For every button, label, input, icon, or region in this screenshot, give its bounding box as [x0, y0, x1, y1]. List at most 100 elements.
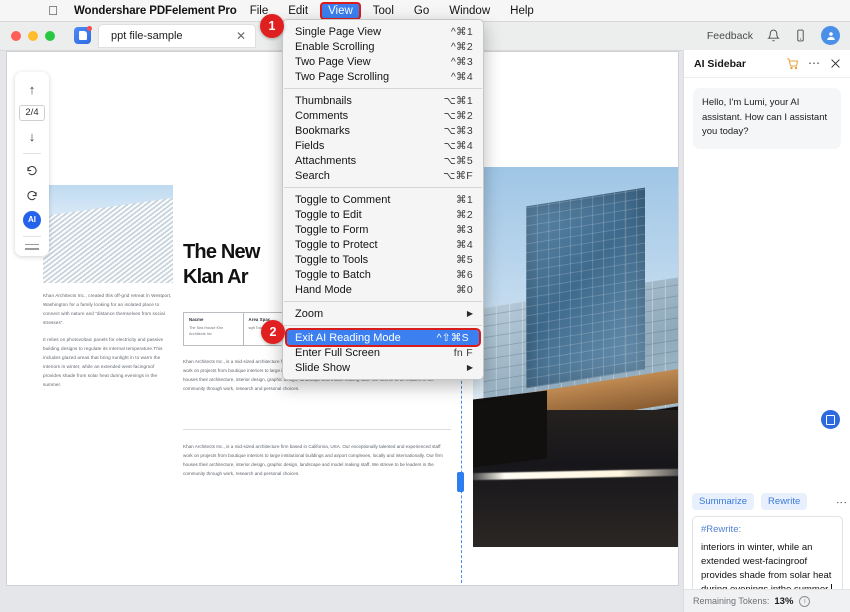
- toolbar-divider: [23, 152, 41, 154]
- view-dropdown-menu: Single Page View ^⌘1 Enable Scrolling ^⌘…: [282, 19, 484, 380]
- toolbar-divider-2: [23, 235, 41, 237]
- undo-icon[interactable]: [21, 161, 43, 179]
- vertical-dots-icon[interactable]: ⋮: [835, 497, 847, 507]
- titlebar-actions: Feedback: [707, 21, 840, 50]
- menu-label: Toggle to Edit: [295, 208, 362, 221]
- menu-shortcut: fn F: [453, 346, 473, 359]
- menu-item-toggle-to-edit[interactable]: Toggle to Edit ⌘2: [283, 207, 483, 222]
- menu-window[interactable]: Window: [442, 3, 497, 19]
- close-icon[interactable]: [830, 58, 841, 69]
- menu-item-single-page-view[interactable]: Single Page View ^⌘1: [283, 24, 483, 39]
- menu-item-two-page-scrolling[interactable]: Two Page Scrolling ^⌘4: [283, 69, 483, 84]
- page-indicator[interactable]: 2/4: [19, 105, 45, 121]
- menu-shortcut: ⌘6: [456, 268, 473, 281]
- arrow-down-icon[interactable]: ↓: [21, 128, 43, 146]
- page-navigation-toolbar: ↑ 2/4 ↓ AI: [15, 72, 49, 256]
- cart-icon[interactable]: [787, 58, 799, 70]
- menu-item-thumbnails[interactable]: Thumbnails ⌥⌘1: [283, 93, 483, 108]
- menu-item-zoom[interactable]: Zoom ▶: [283, 306, 483, 321]
- menu-item-exit-ai-reading-mode[interactable]: Exit AI Reading Mode ^⇧⌘S: [285, 328, 481, 347]
- close-icon[interactable]: ✕: [236, 30, 246, 42]
- table-cell-name: Nacme The Sea House Khn Architects Inc: [184, 313, 244, 345]
- app-logo-icon: [74, 26, 92, 44]
- menu-item-search[interactable]: Search ⌥⌘F: [283, 168, 483, 183]
- selection-handle[interactable]: [457, 472, 464, 492]
- menu-label: Toggle to Tools: [295, 253, 369, 266]
- redo-icon[interactable]: [21, 186, 43, 204]
- right-paragraph-2: Khan Architects Inc., is a mid-sized arc…: [183, 444, 443, 477]
- menu-label: Toggle to Protect: [295, 238, 378, 251]
- maximize-window-button[interactable]: [45, 31, 55, 41]
- menu-shortcut: ⌥⌘F: [443, 169, 473, 182]
- menu-go[interactable]: Go: [407, 3, 436, 19]
- user-avatar-icon[interactable]: [821, 26, 840, 45]
- menu-label: Bookmarks: [295, 124, 351, 137]
- menu-item-enable-scrolling[interactable]: Enable Scrolling ^⌘2: [283, 39, 483, 54]
- rewrite-button[interactable]: Rewrite: [761, 493, 808, 511]
- menu-label: Fields: [295, 139, 325, 152]
- document-divider: [183, 429, 451, 430]
- ai-sidebar-header: AI Sidebar ⋯: [684, 50, 850, 78]
- mobile-icon[interactable]: [794, 29, 807, 42]
- menu-tool[interactable]: Tool: [366, 3, 401, 19]
- composer-text: interiors in winter, while an extended w…: [701, 542, 832, 595]
- app-window:  Wondershare PDFelement Pro File Edit V…: [0, 0, 850, 612]
- more-options-icon[interactable]: ⋯: [808, 57, 821, 69]
- feedback-button[interactable]: Feedback: [707, 30, 753, 42]
- menu-item-toggle-to-tools[interactable]: Toggle to Tools ⌘5: [283, 252, 483, 267]
- menu-item-two-page-view[interactable]: Two Page View ^⌘3: [283, 54, 483, 69]
- menu-item-slide-show[interactable]: Slide Show ▶: [283, 360, 483, 375]
- info-icon[interactable]: i: [799, 595, 811, 607]
- ai-quick-actions: Summarize Rewrite ⋮: [692, 493, 847, 511]
- remaining-tokens-bar: Remaining Tokens: 13% i: [684, 589, 850, 612]
- stop-square-icon[interactable]: [821, 410, 840, 429]
- close-window-button[interactable]: [11, 31, 21, 41]
- bell-icon[interactable]: [767, 29, 780, 42]
- menu-item-attachments[interactable]: Attachments ⌥⌘5: [283, 153, 483, 168]
- menu-shortcut: ^⌘3: [450, 55, 473, 68]
- document-title-line2: Klan Ar: [183, 265, 249, 288]
- menu-label: Toggle to Batch: [295, 268, 371, 281]
- summarize-button[interactable]: Summarize: [692, 493, 755, 511]
- menu-separator: [284, 187, 482, 188]
- menu-label: Enter Full Screen: [295, 346, 380, 359]
- menu-shortcut: ^⌘2: [450, 40, 473, 53]
- menu-shortcut: ⌘0: [456, 283, 473, 296]
- ai-greeting-message: Hello, I'm Lumi, your AI assistant. How …: [693, 88, 841, 150]
- menu-label: Two Page Scrolling: [295, 70, 390, 83]
- menu-help[interactable]: Help: [503, 3, 541, 19]
- document-tab-label: ppt file-sample: [111, 30, 183, 42]
- document-tab[interactable]: ppt file-sample ✕: [99, 25, 255, 47]
- menu-view[interactable]: View: [320, 1, 361, 20]
- menu-label: Comments: [295, 109, 349, 122]
- more-lines-icon[interactable]: [25, 243, 39, 250]
- arrow-up-icon[interactable]: ↑: [21, 80, 43, 98]
- menu-shortcut: ⌥⌘2: [443, 109, 473, 122]
- menu-label: Single Page View: [295, 25, 382, 38]
- menu-item-toggle-to-comment[interactable]: Toggle to Comment ⌘1: [283, 192, 483, 207]
- menu-item-fields[interactable]: Fields ⌥⌘4: [283, 138, 483, 153]
- menu-item-toggle-to-form[interactable]: Toggle to Form ⌘3: [283, 222, 483, 237]
- menu-item-enter-full-screen[interactable]: Enter Full Screen fn F: [283, 345, 483, 360]
- document-left-column: Khan Architects Inc., created this off-g…: [43, 185, 173, 390]
- callout-badge-1: 1: [260, 14, 284, 38]
- ai-assistant-button[interactable]: AI: [23, 210, 41, 229]
- menu-shortcut: ⌥⌘1: [443, 94, 473, 107]
- apple-icon[interactable]: : [42, 4, 64, 17]
- document-title-line1: The New: [183, 241, 260, 263]
- menu-item-comments[interactable]: Comments ⌥⌘2: [283, 108, 483, 123]
- document-title: The New Klan Ar: [183, 240, 260, 290]
- table-value-0: The Sea House Khn Architects Inc: [189, 326, 224, 337]
- minimize-window-button[interactable]: [28, 31, 38, 41]
- menu-item-hand-mode[interactable]: Hand Mode ⌘0: [283, 282, 483, 297]
- menu-item-toggle-to-protect[interactable]: Toggle to Protect ⌘4: [283, 237, 483, 252]
- menu-item-bookmarks[interactable]: Bookmarks ⌥⌘3: [283, 123, 483, 138]
- menu-label: Attachments: [295, 154, 357, 167]
- menu-item-toggle-to-batch[interactable]: Toggle to Batch ⌘6: [283, 267, 483, 282]
- menu-label: Slide Show: [295, 361, 351, 374]
- chevron-right-icon: ▶: [466, 363, 473, 372]
- menu-label: Toggle to Comment: [295, 193, 391, 206]
- menu-edit[interactable]: Edit: [281, 3, 315, 19]
- ai-sidebar-title: AI Sidebar: [694, 57, 746, 70]
- left-paragraph-2: It relies on photovoltaic panels for ele…: [43, 336, 164, 387]
